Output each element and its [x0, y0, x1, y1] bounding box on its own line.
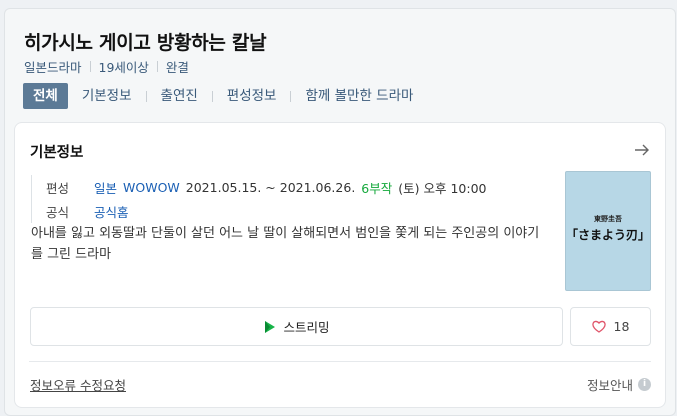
info-icon: i [638, 378, 651, 391]
poster-image[interactable]: 東野圭吾 「さまよう刃」 [565, 171, 651, 291]
info-guide-label: 정보안내 [586, 378, 633, 393]
official-row: 공식 공식홈 [46, 199, 492, 223]
footer-divider [29, 361, 651, 362]
official-home-link[interactable]: 공식홈 [94, 202, 129, 221]
meta-divider [89, 61, 91, 72]
meta-status: 완결 [165, 60, 189, 75]
meta-genre[interactable]: 일본드라마 [24, 57, 82, 76]
meta-info: 일본드라마 19세이상 완결 [24, 57, 189, 76]
tab-basic-info[interactable]: 기본정보 [82, 83, 132, 109]
broadcast-label: 편성 [46, 180, 70, 196]
meta-divider [156, 61, 158, 72]
tab-divider [145, 90, 147, 102]
tab-divider [211, 90, 213, 102]
official-label: 공식 [46, 204, 70, 220]
streaming-label: 스트리밍 [283, 320, 330, 335]
tab-recommended[interactable]: 함께 볼만한 드라마 [305, 83, 413, 109]
basic-info-card: 기본정보 편성 일본 WOWOW 2021.05.15. ~ 2021.06.2… [14, 122, 666, 408]
channel-link[interactable]: WOWOW [123, 180, 180, 195]
streaming-button[interactable]: 스트리밍 [30, 307, 563, 346]
poster-title: 「さまよう刃」 [566, 228, 651, 242]
tab-all[interactable]: 전체 [23, 83, 68, 109]
synopsis: 아내를 잃고 외동딸과 단둘이 살던 어느 날 딸이 살해되면서 범인을 쫓게 … [31, 226, 540, 262]
arrow-right-icon[interactable] [633, 141, 651, 159]
tab-cast[interactable]: 출연진 [161, 83, 198, 109]
broadcast-row: 편성 일본 WOWOW 2021.05.15. ~ 2021.06.26. 6부… [46, 175, 492, 199]
tab-divider [290, 90, 292, 102]
like-button[interactable]: 18 [570, 307, 651, 346]
like-count: 18 [613, 319, 630, 334]
meta-rating: 19세이상 [98, 60, 149, 75]
poster-author: 東野圭吾 [594, 215, 622, 223]
heart-icon [591, 320, 606, 333]
report-error-link[interactable]: 정보오류 수정요청 [30, 375, 126, 394]
tab-bar: 전체 기본정보 출연진 편성정보 함께 볼만한 드라마 [23, 83, 413, 109]
broadcast-schedule: (토) 오후 10:00 [398, 180, 487, 196]
page-title: 히가시노 게이고 방황하는 칼날 [24, 32, 267, 54]
broadcast-dates: 2021.05.15. ~ 2021.06.26. [185, 179, 356, 195]
episode-count: 6부작 [361, 180, 393, 196]
info-rows: 편성 일본 WOWOW 2021.05.15. ~ 2021.06.26. 6부… [31, 175, 492, 223]
info-guide-button[interactable]: 정보안내 i [587, 375, 651, 394]
card-title: 기본정보 [30, 145, 84, 161]
play-icon [265, 320, 276, 333]
country-link[interactable]: 일본 [94, 178, 117, 197]
tab-schedule[interactable]: 편성정보 [227, 83, 277, 109]
